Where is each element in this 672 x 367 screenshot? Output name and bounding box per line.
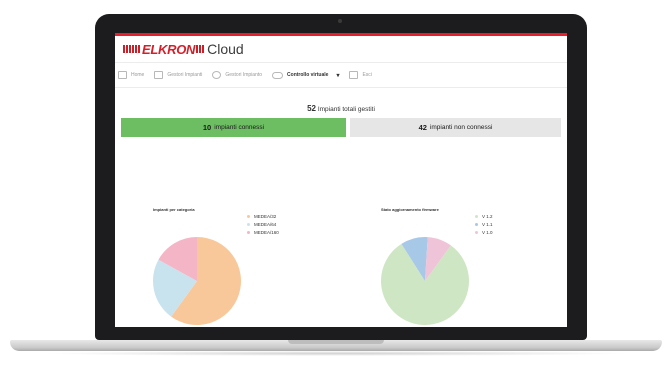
app-screen: ELKRON Cloud Home Gestori Impianti Gesto… <box>115 33 567 327</box>
total-systems: 52 Impianti totali gestiti <box>115 104 567 113</box>
nav-home[interactable]: Home <box>118 71 144 79</box>
elkron-logo[interactable]: ELKRON <box>123 41 205 57</box>
app-title: Cloud <box>207 41 244 57</box>
firmware-pie-chart <box>381 237 469 325</box>
nav-gestori-impianti[interactable]: Gestori Impianti <box>154 71 202 79</box>
legend-item[interactable]: MEDEA/32 <box>247 212 279 220</box>
chart-category-title: Impianti per categoria <box>153 207 195 212</box>
nav-gestori-impianto[interactable]: Gestori Impianto <box>212 71 262 79</box>
app-header: ELKRON Cloud <box>115 36 567 62</box>
legend-label: MEDEA/32 <box>254 213 277 219</box>
not-connected-count: 42 <box>418 123 427 132</box>
nav-home-label: Home <box>131 72 145 78</box>
laptop-shadow <box>40 351 632 356</box>
main-nav: Home Gestori Impianti Gestori Impianto C… <box>115 62 567 88</box>
camera-icon <box>338 19 342 23</box>
legend-swatch <box>475 214 478 218</box>
home-icon <box>118 71 127 79</box>
laptop-lid: ELKRON Cloud Home Gestori Impianti Gesto… <box>95 14 587 340</box>
category-pie-chart <box>153 237 241 325</box>
total-count: 52 <box>307 104 316 113</box>
legend-swatch <box>475 230 478 234</box>
chart-firmware-legend: V 1.2 V 1.1 V 1.0 <box>475 212 493 236</box>
nav-controllo-virtuale-label: Controllo virtuale <box>287 72 329 78</box>
logout-icon <box>349 71 359 79</box>
legend-item[interactable]: MEDEA/160 <box>247 228 279 236</box>
legend-item[interactable]: V 1.1 <box>475 220 493 228</box>
nav-controllo-virtuale[interactable]: Controllo virtuale ▾ <box>272 71 339 79</box>
legend-label: V 1.2 <box>482 213 493 219</box>
legend-item[interactable]: V 1.2 <box>475 212 493 220</box>
nav-gestori-impianti-label: Gestori Impianti <box>167 72 203 78</box>
logo-tail-icon <box>196 45 205 53</box>
logo-stripes-icon <box>123 45 141 53</box>
cloud-icon <box>272 71 284 79</box>
logo-text: ELKRON <box>142 41 196 57</box>
legend-swatch <box>247 214 250 218</box>
connected-bar[interactable]: 10 impianti connessi <box>121 118 346 137</box>
legend-swatch <box>247 222 250 226</box>
laptop-notch <box>288 340 384 344</box>
not-connected-bar[interactable]: 42 impianti non connessi <box>350 118 561 137</box>
chevron-down-icon[interactable]: ▾ <box>336 72 339 79</box>
nav-gestori-impianto-label: Gestori Impianto <box>225 72 263 78</box>
chart-firmware-title: Stato aggiornamento firmware <box>381 207 439 212</box>
legend-label: V 1.1 <box>482 221 493 227</box>
list-icon <box>154 71 164 79</box>
gear-icon <box>212 71 222 79</box>
total-label: Impianti totali gestiti <box>317 106 375 113</box>
legend-item[interactable]: MEDEA/64 <box>247 220 279 228</box>
not-connected-label: impianti non connessi <box>429 124 493 131</box>
legend-label: V 1.0 <box>482 229 493 235</box>
connection-status-bars: 10 impianti connessi 42 impianti non con… <box>121 118 561 137</box>
chart-category-legend: MEDEA/32 MEDEA/64 MEDEA/160 <box>247 212 279 236</box>
legend-label: MEDEA/64 <box>254 221 277 227</box>
nav-esci-label: Esci <box>362 72 372 78</box>
connected-count: 10 <box>202 123 212 132</box>
legend-label: MEDEA/160 <box>254 229 279 235</box>
legend-swatch <box>475 222 478 226</box>
legend-swatch <box>247 230 250 234</box>
nav-esci[interactable]: Esci <box>349 71 372 79</box>
legend-item[interactable]: V 1.0 <box>475 228 493 236</box>
connected-label: impianti connessi <box>214 124 265 131</box>
